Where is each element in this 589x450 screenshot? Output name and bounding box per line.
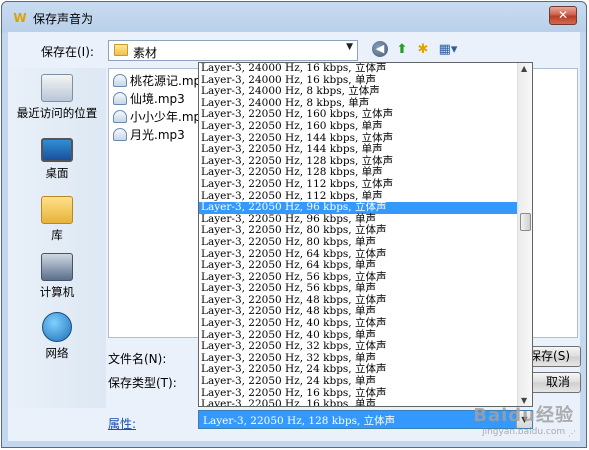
- chevron-down-icon[interactable]: ▼: [346, 42, 353, 52]
- library-icon: [41, 196, 73, 224]
- format-option[interactable]: Layer-3, 24000 Hz, 16 kbps, 立体声: [199, 63, 532, 75]
- place-label: 桌面: [45, 166, 69, 180]
- audio-file-icon: [113, 92, 127, 105]
- dialog-client: 保存在(I): 素材 ▼ ◀ ⬆ ✱ ▦▾ 最近访问的位置 桌面 库 计算机 网…: [8, 32, 581, 441]
- place-label: 网络: [45, 346, 69, 360]
- format-option[interactable]: Layer-3, 22050 Hz, 64 kbps, 单声: [199, 259, 532, 272]
- file-name: 仙境.mp3: [130, 92, 185, 106]
- app-logo-icon: W: [13, 11, 27, 25]
- scroll-up-icon[interactable]: ▲: [521, 64, 527, 73]
- up-folder-icon[interactable]: ⬆: [393, 41, 411, 59]
- place-recent[interactable]: 最近访问的位置: [8, 74, 106, 121]
- selected-format: Layer-3, 22050 Hz, 128 kbps, 立体声: [203, 415, 396, 427]
- place-desktop[interactable]: 桌面: [8, 138, 106, 181]
- filetype-label: 保存类型(T):: [108, 376, 177, 390]
- title-bar[interactable]: W 保存声音为 ✕: [2, 2, 586, 32]
- close-icon: ✕: [557, 8, 569, 22]
- views-menu-icon[interactable]: ▦▾: [436, 41, 460, 59]
- place-library[interactable]: 库: [8, 196, 106, 243]
- watermark: Baidu经验 jingyan.baidu.com: [473, 401, 574, 437]
- format-option[interactable]: Layer-3, 22050 Hz, 144 kbps, 单声: [199, 144, 532, 156]
- close-button[interactable]: ✕: [549, 6, 577, 25]
- format-options: Layer-3, 24000 Hz, 16 kbps, 立体声 Layer-3, …: [199, 63, 532, 406]
- format-dropdown-list[interactable]: Layer-3, 24000 Hz, 16 kbps, 立体声 Layer-3, …: [198, 62, 533, 407]
- format-option[interactable]: Layer-3, 22050 Hz, 40 kbps, 立体声: [199, 317, 532, 330]
- recent-places-icon: [41, 74, 73, 102]
- format-option[interactable]: Layer-3, 22050 Hz, 24 kbps, 单声: [199, 375, 532, 388]
- format-option[interactable]: Layer-3, 22050 Hz, 112 kbps, 立体声: [199, 178, 532, 191]
- save-sound-dialog: W 保存声音为 ✕ 保存在(I): 素材 ▼ ◀ ⬆ ✱ ▦▾ 最近访问的位置 …: [1, 1, 587, 448]
- file-item[interactable]: 小小少年.mp3: [113, 108, 209, 126]
- place-network[interactable]: 网络: [8, 312, 106, 361]
- save-in-label: 保存在(I):: [41, 45, 94, 59]
- watermark-url: jingyan.baidu.com: [482, 427, 566, 437]
- place-computer[interactable]: 计算机: [8, 253, 106, 300]
- filename-label: 文件名(N):: [108, 352, 167, 366]
- file-item[interactable]: 仙境.mp3: [113, 90, 185, 108]
- desktop-icon: [41, 138, 73, 162]
- resize-grip-icon[interactable]: ⋰: [568, 429, 578, 439]
- back-icon[interactable]: ◀: [372, 41, 388, 57]
- window-title: 保存声音为: [33, 12, 94, 26]
- audio-file-icon: [113, 128, 127, 141]
- place-label: 计算机: [39, 285, 75, 299]
- format-option[interactable]: Layer-3, 22050 Hz, 80 kbps, 单声: [199, 236, 532, 249]
- file-item[interactable]: 月光.mp3: [113, 126, 185, 144]
- computer-icon: [41, 253, 73, 281]
- dropdown-scrollbar[interactable]: ▲ ▼: [517, 63, 532, 406]
- place-label: 最近访问的位置: [16, 106, 98, 120]
- current-folder: 素材: [133, 46, 158, 60]
- place-label: 库: [51, 228, 63, 242]
- file-item[interactable]: 桃花源记.mp3: [113, 72, 209, 90]
- file-name: 小小少年.mp3: [130, 110, 209, 124]
- watermark-brand: Baidu经验: [473, 405, 574, 426]
- attributes-link[interactable]: 属性:: [108, 415, 136, 432]
- places-bar: 最近访问的位置 桌面 库 计算机 网络: [8, 68, 106, 408]
- scroll-thumb[interactable]: [520, 213, 531, 231]
- network-icon: [42, 312, 72, 342]
- new-folder-icon[interactable]: ✱: [414, 41, 432, 59]
- file-name: 桃花源记.mp3: [130, 74, 209, 88]
- format-option[interactable]: Layer-3, 22050 Hz, 160 kbps, 单声: [199, 120, 532, 133]
- audio-file-icon: [113, 74, 127, 87]
- save-in-combo[interactable]: 素材 ▼: [108, 40, 358, 61]
- audio-file-icon: [113, 110, 127, 123]
- file-name: 月光.mp3: [130, 128, 185, 142]
- format-option[interactable]: Layer-3, 22050 Hz, 96 kbps, 立体声: [199, 202, 532, 214]
- folder-icon: [114, 44, 128, 56]
